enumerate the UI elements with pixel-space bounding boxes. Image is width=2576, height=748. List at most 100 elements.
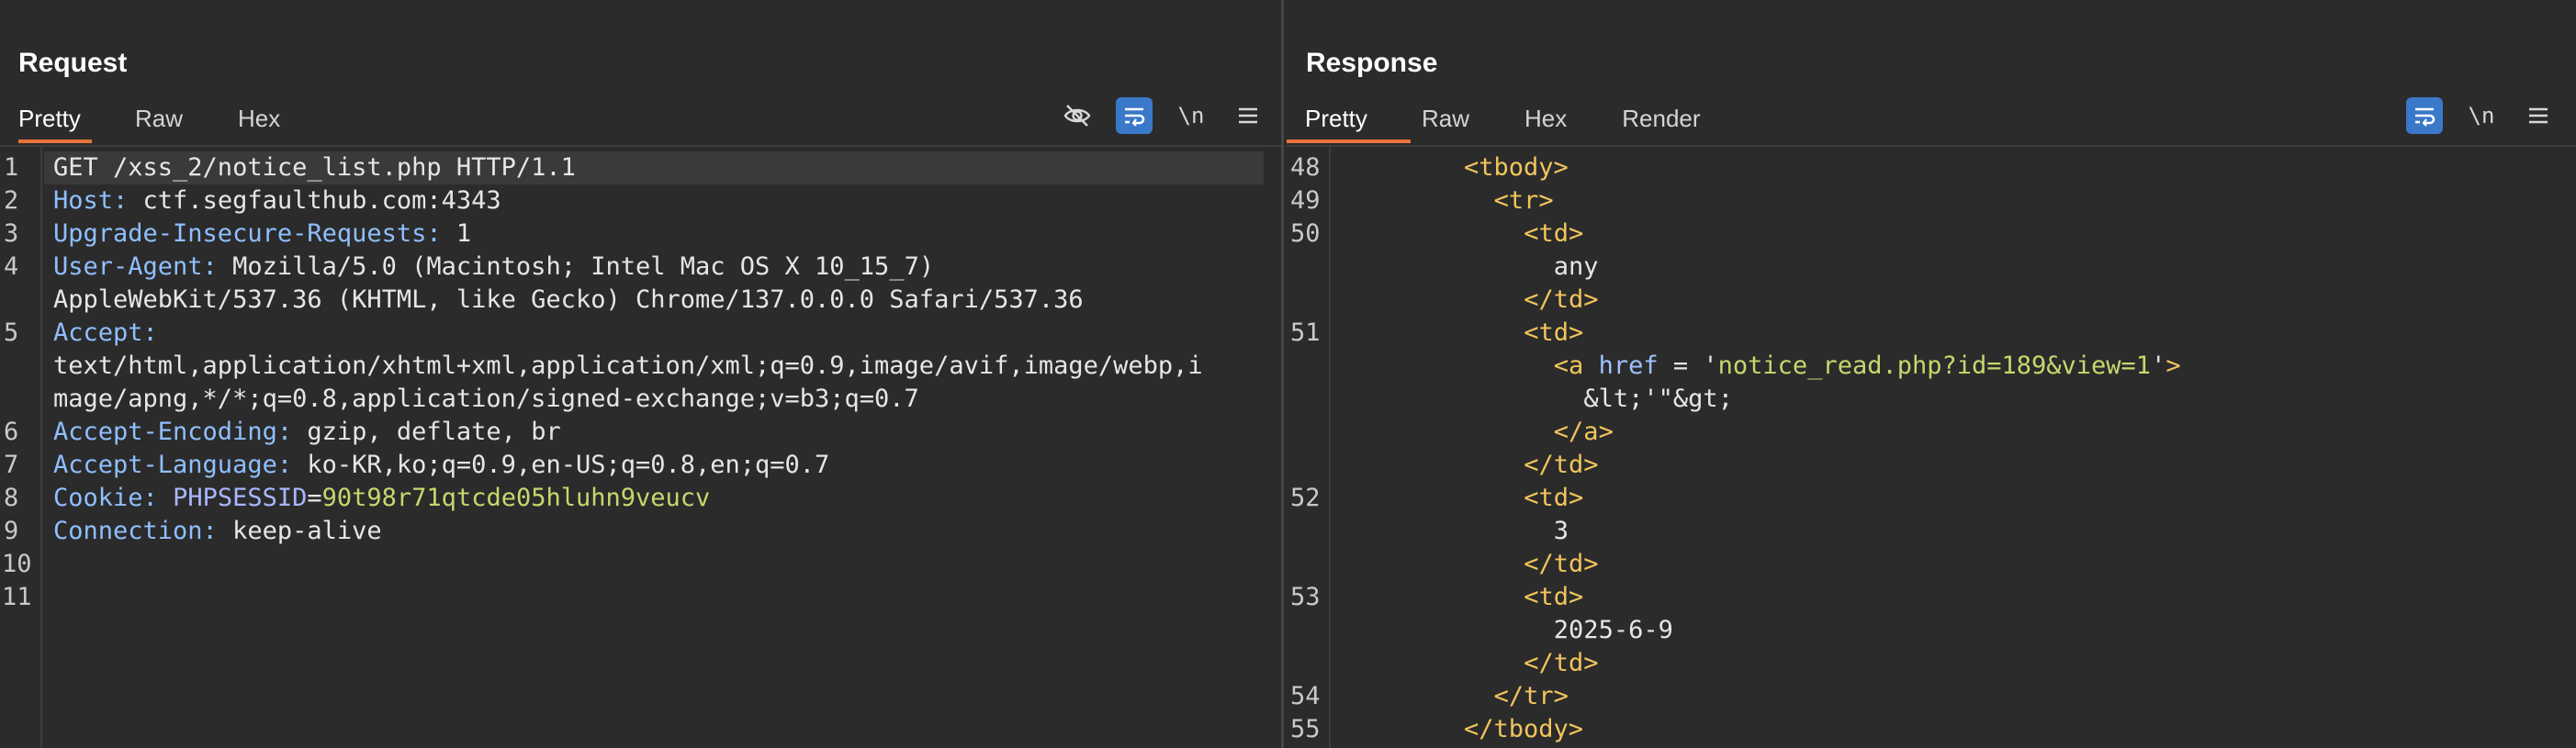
line-number: 53 [1290, 583, 1321, 611]
line-number: 52 [1290, 484, 1321, 512]
code-line: AppleWebKit/537.36 (KHTML, like Gecko) C… [53, 284, 1084, 317]
response-gutter: 48 49 50 51 52 53 54 55 [1287, 147, 1331, 748]
code-line: mage/apng,*/*;q=0.8,application/signed-e… [53, 383, 919, 416]
code-line: Accept-Language: ko-KR,ko;q=0.9,en-US;q=… [53, 449, 829, 482]
tab-hex[interactable]: Hex [238, 95, 280, 143]
header-value: ko-KR,ko;q=0.9,en-US;q=0.8,en;q=0.7 [307, 451, 830, 479]
header-value: mage/apng,*/*;q=0.8,application/signed-e… [53, 385, 919, 413]
header-name: Cookie: [53, 484, 158, 512]
header-value: keep-alive [232, 517, 382, 545]
code-line: 2025-6-9 [1554, 614, 1673, 647]
code-line: Cookie: PHPSESSID=90t98r71qtcde05hluhn9v… [53, 482, 710, 515]
code-line: User-Agent: Mozilla/5.0 (Macintosh; Inte… [53, 251, 934, 284]
request-title: Request [18, 48, 128, 78]
text-content: any [1553, 252, 1599, 281]
text-content: 2025-6-9 [1553, 616, 1673, 644]
request-gutter: 1 2 3 4 5 6 7 8 9 10 11 [0, 147, 42, 748]
tab-hex[interactable]: Hex [1524, 95, 1567, 143]
header-value: gzip, deflate, br [307, 418, 561, 446]
code-line: GET /xss_2/notice_list.php HTTP/1.1 [53, 151, 576, 184]
text-content [1583, 352, 1598, 380]
code-line: <a href = 'notice_read.php?id=189&view=1… [1554, 350, 2181, 383]
code-line: </a> [1554, 416, 1614, 449]
tab-render[interactable]: Render [1622, 95, 1700, 143]
text-content: ' [2151, 352, 2166, 380]
header-name: Accept-Language: [53, 451, 293, 479]
html-tag: <td> [1524, 484, 1584, 512]
header-value: Mozilla/5.0 (Macintosh; Intel Mac OS X 1… [232, 252, 935, 281]
html-tag: <td> [1524, 583, 1584, 611]
tab-pretty[interactable]: Pretty [18, 95, 92, 143]
line-number: 11 [2, 583, 32, 611]
code-line: Connection: keep-alive [53, 515, 382, 548]
text-content: 3 [1553, 517, 1569, 545]
menu-icon[interactable] [1230, 97, 1266, 134]
response-editor[interactable]: 48 49 50 51 52 53 54 55 <tbody> <tr> <td> any </td>… [1287, 145, 2576, 748]
html-tag: </a> [1553, 418, 1614, 446]
menu-icon[interactable] [2520, 97, 2557, 134]
wrap-icon[interactable] [1116, 97, 1153, 134]
eye-off-icon[interactable] [1059, 97, 1096, 134]
html-tag: </td> [1524, 451, 1599, 479]
header-value: text/html,application/xhtml+xml,applicat… [53, 352, 1203, 380]
response-title: Response [1306, 48, 1438, 78]
html-attribute: href [1598, 352, 1659, 380]
response-pane: Response Pretty Raw Hex Render \n 48 49 50… [1287, 0, 2576, 748]
code-line: 3 [1554, 515, 1569, 548]
newline-icon[interactable]: \n [2463, 97, 2500, 134]
html-tag: <td> [1524, 318, 1584, 347]
header-name: Upgrade-Insecure-Requests: [53, 219, 442, 248]
code-line: Accept: [53, 317, 158, 350]
header-value: AppleWebKit/537.36 (KHTML, like Gecko) C… [53, 285, 1084, 314]
line-number: 2 [4, 186, 19, 215]
request-tabs: Pretty Raw Hex [18, 95, 280, 143]
tab-pretty[interactable]: Pretty [1305, 95, 1378, 143]
header-name: GET /xss_2/notice_list.php HTTP/1.1 [53, 153, 576, 182]
line-number: 1 [4, 153, 19, 182]
code-line: </td> [1524, 449, 1598, 482]
wrap-icon[interactable] [2406, 97, 2443, 134]
line-number: 55 [1290, 715, 1321, 743]
header-name: Accept-Encoding: [53, 418, 293, 446]
code-line: <td> [1524, 581, 1583, 614]
line-number: 50 [1290, 219, 1321, 248]
code-line: </tbody> [1464, 713, 1583, 746]
line-number: 8 [4, 484, 19, 512]
response-toolbar: \n [2406, 97, 2557, 134]
code-line: Host: ctf.segfaulthub.com:4343 [53, 184, 501, 218]
code-line: </td> [1524, 647, 1598, 680]
html-tag: <td> [1524, 219, 1584, 248]
line-number: 49 [1290, 186, 1321, 215]
attribute-value[interactable]: notice_read.php?id=189&view=1 [1718, 352, 2151, 380]
tab-raw[interactable]: Raw [1422, 95, 1469, 143]
code-line: <tr> [1494, 184, 1554, 218]
request-toolbar: \n [1059, 97, 1266, 134]
html-tag: </td> [1524, 285, 1599, 314]
text-content: ' [1703, 352, 1718, 380]
response-tabs: Pretty Raw Hex Render [1305, 95, 1701, 143]
cookie-name: PHPSESSID [173, 484, 308, 512]
code-line: Upgrade-Insecure-Requests: 1 [53, 218, 471, 251]
line-number: 7 [4, 451, 19, 479]
line-number: 3 [4, 219, 19, 248]
code-line: </td> [1524, 548, 1598, 581]
request-editor[interactable]: 1 2 3 4 5 6 7 8 9 10 11 GET /xss_2/notice_list.php… [0, 145, 1281, 748]
cookie-separator: = [307, 484, 322, 512]
code-line: text/html,application/xhtml+xml,applicat… [53, 350, 1203, 383]
response-active-underline [1287, 140, 1411, 143]
tab-raw[interactable]: Raw [135, 95, 183, 143]
code-line: </tr> [1494, 680, 1569, 713]
header-name: Host: [53, 186, 129, 215]
line-number: 48 [1290, 153, 1321, 182]
html-tag: </tbody> [1464, 715, 1584, 743]
header-name: User-Agent: [53, 252, 218, 281]
newline-icon[interactable]: \n [1173, 97, 1209, 134]
header-value: 1 [456, 219, 472, 248]
html-tag: <tbody> [1464, 153, 1569, 182]
line-number: 4 [4, 252, 19, 281]
request-pane: Request Pretty Raw Hex \n 1 2 3 4 5 6 7 8 9 10 11 … [0, 0, 1284, 748]
code-line: </td> [1524, 284, 1598, 317]
line-number: 5 [4, 318, 19, 347]
html-tag: </td> [1524, 649, 1599, 677]
html-tag: </tr> [1493, 682, 1569, 710]
